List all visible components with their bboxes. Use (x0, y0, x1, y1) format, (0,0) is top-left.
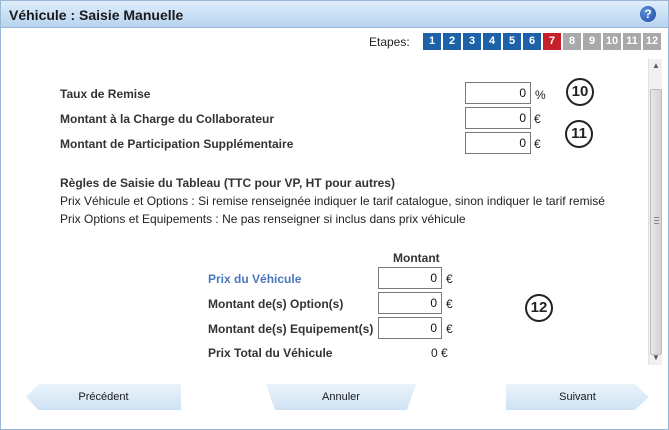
taux-remise-input[interactable] (465, 82, 531, 104)
prix-total-label: Prix Total du Véhicule (208, 346, 333, 360)
rules-title: Règles de Saisie du Tableau (TTC pour VP… (60, 176, 395, 190)
percent-unit: % (535, 88, 546, 102)
montant-options-input[interactable] (378, 292, 442, 314)
vertical-scrollbar[interactable]: ▲ ▼ (648, 59, 662, 365)
step-1[interactable]: 1 (423, 33, 441, 50)
scroll-thumb[interactable] (650, 89, 662, 355)
marker-12: 12 (525, 294, 553, 322)
prix-total-value: 0 € (431, 346, 448, 360)
montant-collaborateur-label: Montant à la Charge du Collaborateur (60, 112, 275, 126)
step-8[interactable]: 8 (563, 33, 581, 50)
taux-remise-label: Taux de Remise (60, 87, 151, 101)
euro-unit: € (446, 297, 453, 311)
step-5[interactable]: 5 (503, 33, 521, 50)
steps-nav: 1 2 3 4 5 6 7 8 9 10 11 12 (423, 33, 661, 50)
step-12[interactable]: 12 (643, 33, 661, 50)
step-4[interactable]: 4 (483, 33, 501, 50)
marker-11: 11 (565, 120, 593, 148)
next-button[interactable]: Suivant (506, 384, 649, 410)
scroll-up-icon[interactable]: ▲ (649, 59, 663, 73)
rule-line-1: Prix Véhicule et Options : Si remise ren… (60, 194, 605, 208)
help-icon[interactable]: ? (640, 6, 656, 22)
step-9[interactable]: 9 (583, 33, 601, 50)
montant-collaborateur-input[interactable] (465, 107, 531, 129)
montant-participation-label: Montant de Participation Supplémentaire (60, 137, 294, 151)
step-11[interactable]: 11 (623, 33, 641, 50)
montant-options-label: Montant de(s) Option(s) (208, 297, 344, 311)
marker-10: 10 (566, 78, 594, 106)
montant-column-header: Montant (393, 251, 440, 265)
steps-label: Etapes: (369, 35, 410, 49)
step-3[interactable]: 3 (463, 33, 481, 50)
montant-participation-input[interactable] (465, 132, 531, 154)
montant-equipements-input[interactable] (378, 317, 442, 339)
previous-button[interactable]: Précédent (26, 384, 181, 410)
euro-unit: € (534, 112, 541, 126)
grip-icon (654, 217, 659, 225)
euro-unit: € (534, 137, 541, 151)
euro-unit: € (446, 322, 453, 336)
cancel-button[interactable]: Annuler (266, 384, 416, 410)
rule-line-2: Prix Options et Equipements : Ne pas ren… (60, 212, 466, 226)
title-bar: Véhicule : Saisie Manuelle ? (1, 1, 668, 28)
montant-equipements-label: Montant de(s) Equipement(s) (208, 322, 374, 336)
step-6[interactable]: 6 (523, 33, 541, 50)
scroll-down-icon[interactable]: ▼ (649, 351, 663, 365)
window-title: Véhicule : Saisie Manuelle (9, 7, 184, 23)
step-7[interactable]: 7 (543, 33, 561, 50)
euro-unit: € (446, 272, 453, 286)
prix-vehicule-label: Prix du Véhicule (208, 272, 302, 286)
prix-vehicule-input[interactable] (378, 267, 442, 289)
step-2[interactable]: 2 (443, 33, 461, 50)
dialog-window: Véhicule : Saisie Manuelle ? Etapes: 123… (0, 0, 669, 430)
step-10[interactable]: 10 (603, 33, 621, 50)
